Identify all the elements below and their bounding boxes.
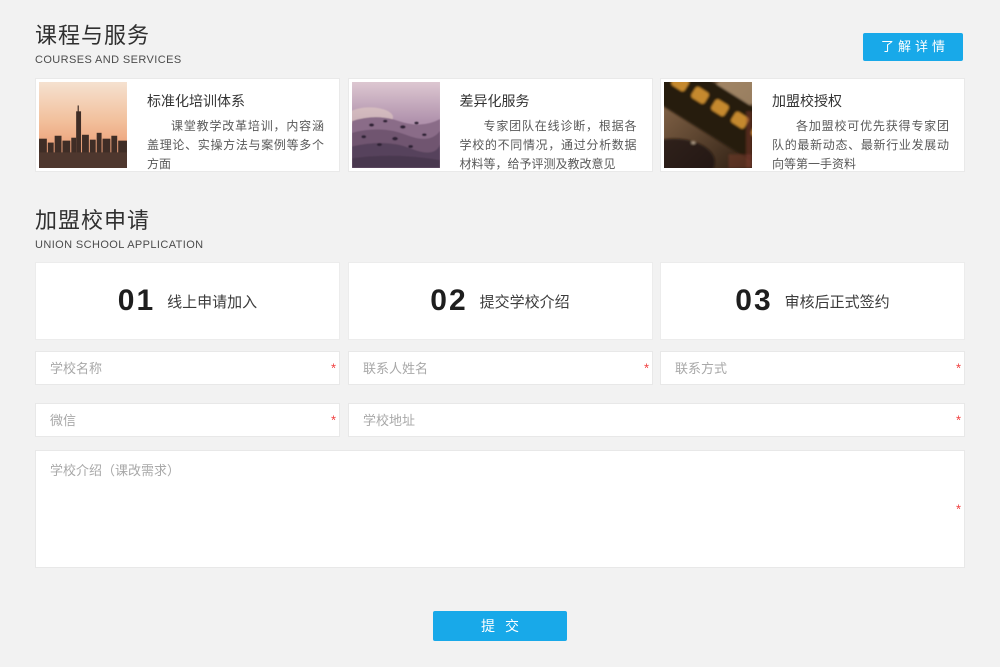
contact-info-field: * (660, 351, 965, 385)
wechat-field: * (35, 403, 340, 437)
course-card-title: 标准化培训体系 (147, 91, 324, 111)
course-card-description: 专家团队在线诊断，根据各学校的不同情况，通过分析数据材料等，给予评测及教改意见 (460, 117, 637, 174)
course-card-authorization[interactable]: 加盟校授权 各加盟校可优先获得专家团队的最新动态、最新行业发展动向等第一手资料 (660, 78, 965, 172)
application-section-header: 加盟校申请 UNION SCHOOL APPLICATION (35, 203, 204, 251)
school-name-field: * (35, 351, 340, 385)
contact-name-input[interactable] (348, 351, 653, 385)
courses-section-subtitle: COURSES AND SERVICES (35, 54, 182, 66)
application-steps-row: 01 线上申请加入 02 提交学校介绍 03 审核后正式签约 (35, 262, 965, 340)
wechat-input[interactable] (35, 403, 340, 437)
course-card-training[interactable]: 标准化培训体系 课堂教学改革培训，内容涵盖理论、实操方法与案例等多个方面 (35, 78, 340, 172)
course-card-description: 各加盟校可优先获得专家团队的最新动态、最新行业发展动向等第一手资料 (772, 117, 949, 174)
desert-dusk-image (352, 82, 440, 168)
step-label: 线上申请加入 (167, 291, 257, 312)
step-label: 审核后正式签约 (785, 291, 890, 312)
step-item-2: 02 提交学校介绍 (348, 262, 653, 340)
school-intro-field: * (35, 450, 965, 568)
course-card-title: 加盟校授权 (772, 91, 949, 111)
step-item-3: 03 审核后正式签约 (660, 262, 965, 340)
application-section-title: 加盟校申请 (35, 203, 204, 235)
course-card-description: 课堂教学改革培训，内容涵盖理论、实操方法与案例等多个方面 (147, 117, 324, 174)
school-address-field: * (348, 403, 965, 437)
step-number: 01 (118, 284, 155, 318)
courses-section-title: 课程与服务 (35, 18, 182, 50)
school-intro-textarea[interactable] (35, 450, 965, 568)
contact-info-input[interactable] (660, 351, 965, 385)
submit-button[interactable]: 提交 (433, 611, 567, 641)
learn-more-button[interactable]: 了解详情 (863, 33, 963, 61)
step-label: 提交学校介绍 (480, 291, 570, 312)
school-address-input[interactable] (348, 403, 965, 437)
school-name-input[interactable] (35, 351, 340, 385)
course-card-title: 差异化服务 (460, 91, 637, 111)
application-section-subtitle: UNION SCHOOL APPLICATION (35, 239, 204, 251)
film-strip-image (664, 82, 752, 168)
contact-name-field: * (348, 351, 653, 385)
courses-section-header: 课程与服务 COURSES AND SERVICES (35, 18, 182, 66)
step-item-1: 01 线上申请加入 (35, 262, 340, 340)
step-number: 03 (735, 284, 772, 318)
city-skyline-sunset-image (39, 82, 127, 168)
course-cards-row: 标准化培训体系 课堂教学改革培训，内容涵盖理论、实操方法与案例等多个方面 (35, 78, 965, 172)
step-number: 02 (430, 284, 467, 318)
course-card-services[interactable]: 差异化服务 专家团队在线诊断，根据各学校的不同情况，通过分析数据材料等，给予评测… (348, 78, 653, 172)
